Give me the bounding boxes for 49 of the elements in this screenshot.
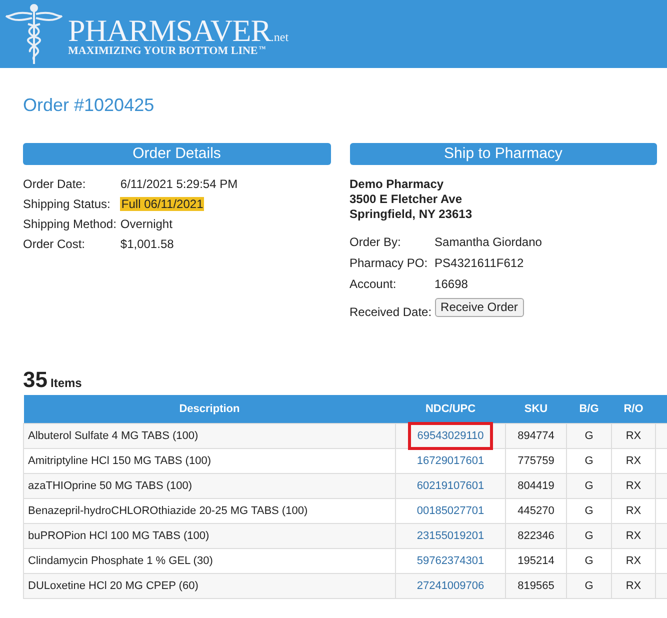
column-header: Description bbox=[24, 395, 396, 424]
table-cell: 822346 bbox=[506, 524, 566, 548]
field-label: Shipping Method: bbox=[23, 217, 116, 232]
table-cell: G bbox=[566, 474, 612, 498]
field-value: Full 06/11/2021 bbox=[120, 197, 204, 211]
field-label: Received Date: bbox=[350, 305, 432, 320]
table-cell: RX bbox=[612, 574, 656, 598]
field-label: Order Date: bbox=[23, 177, 87, 192]
address-line: 3500 E Fletcher Ave bbox=[350, 192, 464, 207]
table-cell: buPROPion HCl 100 MG TABS (100) bbox=[24, 524, 396, 548]
field-label: Order Cost: bbox=[23, 237, 86, 252]
table-cell: G bbox=[566, 524, 612, 548]
logo-suffix: .net bbox=[270, 31, 289, 43]
table-cell: azaTHIOprine 50 MG TABS (100) bbox=[24, 474, 396, 498]
field-label: Pharmacy PO: bbox=[350, 256, 429, 271]
table-cell: RX bbox=[612, 424, 656, 448]
table-cell: 819565 bbox=[506, 574, 566, 598]
field-value: Samantha Giordano bbox=[434, 235, 543, 250]
field-value: 16698 bbox=[434, 277, 469, 292]
order-title: Order #1020425 bbox=[23, 94, 156, 116]
field-value: $1,001.58 bbox=[120, 237, 174, 251]
table-cell: G bbox=[566, 424, 612, 448]
table-cell: Albuterol Sulfate 4 MG TABS (100) bbox=[24, 424, 396, 448]
logo-name: PHARMSAVER bbox=[68, 15, 271, 46]
table-cell: G bbox=[566, 574, 612, 598]
field-label: Account: bbox=[350, 277, 398, 292]
column-header: NDC/UPC bbox=[396, 395, 506, 424]
field-value: PS4321611F612 bbox=[434, 256, 525, 271]
items-label: Items bbox=[50, 376, 82, 390]
column-header: B/G bbox=[566, 395, 612, 424]
table-cell: 804419 bbox=[506, 474, 566, 498]
field-value: 6/11/2021 5:29:54 PM bbox=[120, 177, 238, 191]
panel-header: Order Details bbox=[23, 143, 330, 165]
caduceus-icon bbox=[4, 2, 64, 66]
table-cell: 894774 bbox=[506, 424, 566, 448]
address-line: Demo Pharmacy bbox=[350, 177, 445, 192]
panel-header: Ship to Pharmacy bbox=[350, 143, 657, 165]
table-cell: DULoxetine HCl 20 MG CPEP (60) bbox=[24, 574, 396, 598]
logo-tagline: MAXIMIZING YOUR BOTTOM LINE bbox=[68, 46, 258, 57]
column-header: SKU bbox=[506, 395, 566, 424]
table-cell: RX bbox=[612, 474, 656, 498]
field-value: Overnight bbox=[120, 217, 172, 231]
address-line: Springfield, NY 23613 bbox=[350, 207, 473, 222]
item-count: 35 bbox=[23, 367, 48, 393]
receive-order-button[interactable]: Receive Order bbox=[434, 298, 524, 317]
field-label: Shipping Status: bbox=[23, 197, 112, 212]
field-label: Order By: bbox=[350, 235, 402, 250]
table-cell: RX bbox=[612, 524, 656, 548]
column-header: R/O bbox=[612, 395, 656, 424]
